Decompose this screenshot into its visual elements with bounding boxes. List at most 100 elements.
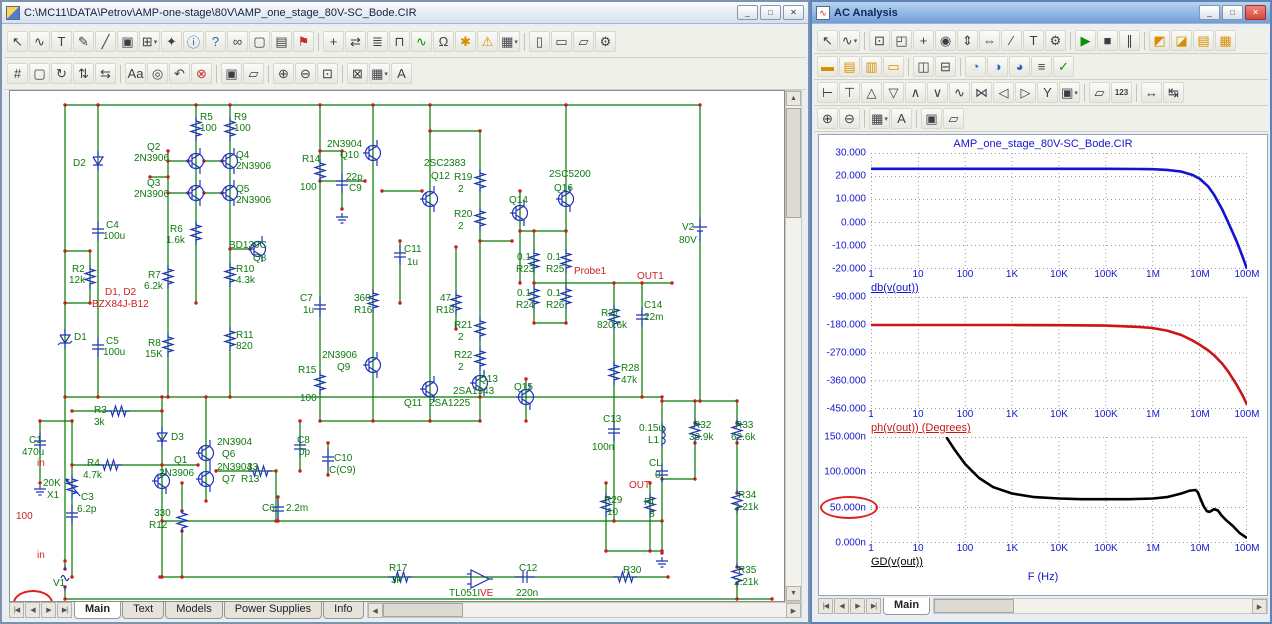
wire-tool[interactable]: ∿: [29, 31, 50, 52]
dropdown-arrow-icon[interactable]: ▾: [154, 38, 158, 46]
scroll-right-button[interactable]: ▶: [1252, 599, 1267, 614]
tag-horizontal-button[interactable]: ⊢: [817, 82, 838, 103]
blank-page-button[interactable]: ▭: [551, 31, 572, 52]
undo-button[interactable]: ↶: [169, 63, 190, 84]
gnd-symbol[interactable]: [656, 557, 668, 567]
go-left-button[interactable]: ◁: [993, 82, 1014, 103]
gnd-symbol[interactable]: [336, 213, 348, 223]
plot-canvas-gain[interactable]: [871, 153, 1247, 269]
flip-vertical-tool[interactable]: ⇅: [73, 63, 94, 84]
numeric-output-button[interactable]: ▤: [1193, 30, 1214, 51]
new-page-button[interactable]: ▯: [529, 31, 550, 52]
tab-scroll-button-2[interactable]: ▶: [41, 602, 56, 618]
scroll-up-button[interactable]: ▲: [786, 91, 801, 106]
npn-symbol[interactable]: [363, 140, 381, 166]
slope-mode-button[interactable]: ∕: [1001, 30, 1022, 51]
text-mode-button[interactable]: T: [1023, 30, 1044, 51]
align-cursors-button[interactable]: ≡: [1031, 56, 1052, 77]
waveform-label-phase[interactable]: ph(v(out)) (Degrees): [871, 422, 1267, 437]
scroll-thumb[interactable]: [786, 108, 801, 218]
plot-canvas-phase[interactable]: [871, 297, 1247, 409]
point-mode-button[interactable]: ◉: [935, 30, 956, 51]
dropdown-arrow-icon[interactable]: ▾: [514, 38, 518, 46]
find-tool[interactable]: Aa: [125, 63, 146, 84]
dropdown-arrow-icon[interactable]: ▾: [854, 37, 858, 45]
minimize-button[interactable]: _: [737, 5, 758, 20]
pnp-symbol[interactable]: [186, 148, 204, 174]
dropdown-arrow-icon[interactable]: ▾: [1074, 89, 1078, 97]
cursor-quarter-button[interactable]: ◔: [965, 56, 986, 77]
plot-canvas-group-delay[interactable]: [871, 437, 1247, 543]
copy-button[interactable]: ▣: [221, 63, 242, 84]
tab-scroll-button-3[interactable]: ▶|: [57, 602, 72, 618]
select-tool[interactable]: ↖: [817, 30, 838, 51]
pnp-symbol[interactable]: [220, 180, 238, 206]
horizontal-scrollbar[interactable]: ◀ ▶: [367, 602, 802, 618]
text-tool[interactable]: T: [51, 31, 72, 52]
flag-tool[interactable]: ⚑: [293, 31, 314, 52]
tab-scroll-button-0[interactable]: |◀: [9, 602, 24, 618]
measure-button[interactable]: ✓: [1053, 56, 1074, 77]
stop-button[interactable]: ■: [1097, 30, 1118, 51]
tab-scroll-button-3[interactable]: ▶|: [866, 598, 881, 614]
pause-button[interactable]: ∥: [1119, 30, 1140, 51]
zoom-out-button[interactable]: ⊖: [839, 108, 860, 129]
component-mode[interactable]: +: [323, 31, 344, 52]
grid-mode[interactable]: ▦▾: [499, 31, 520, 52]
tab-scroll-button-1[interactable]: ◀: [834, 598, 849, 614]
clipboard-menu-button[interactable]: ▣▾: [1059, 82, 1080, 103]
star-mode[interactable]: ✱: [455, 31, 476, 52]
font-button[interactable]: A: [891, 108, 912, 129]
copy-window-button[interactable]: ▱: [943, 108, 964, 129]
font-button[interactable]: A: [391, 63, 412, 84]
numeric-pages-button[interactable]: 123: [1111, 82, 1132, 103]
scroll-thumb[interactable]: [934, 599, 1014, 613]
run-button[interactable]: ▶: [1075, 30, 1096, 51]
valley-button[interactable]: ▽: [883, 82, 904, 103]
duplicate-button[interactable]: ▱: [243, 63, 264, 84]
high-button[interactable]: ∧: [905, 82, 926, 103]
sheet-tool[interactable]: ▤: [271, 31, 292, 52]
search-tool[interactable]: ◎: [147, 63, 168, 84]
region-box-tool[interactable]: ▢: [249, 31, 270, 52]
point-to-point-tool[interactable]: ∞: [227, 31, 248, 52]
restore-scale-button[interactable]: ↹: [1163, 82, 1184, 103]
maximize-button[interactable]: □: [760, 5, 781, 20]
close-button[interactable]: ✕: [1245, 5, 1266, 20]
cursor-threequarter-button[interactable]: ◕: [1009, 56, 1030, 77]
crossing-button[interactable]: ⋈: [971, 82, 992, 103]
tab-main[interactable]: Main: [883, 598, 930, 615]
tab-scroll-button-2[interactable]: ▶: [850, 598, 865, 614]
tab-power-supplies[interactable]: Power Supplies: [224, 602, 322, 619]
dropdown-arrow-icon[interactable]: ▾: [384, 70, 388, 78]
waveform-label-group-delay[interactable]: GD(v(out)): [871, 556, 1267, 571]
color-tool[interactable]: ✦: [161, 31, 182, 52]
tag-vertical-button[interactable]: ⊤: [839, 82, 860, 103]
draw-tool[interactable]: ✎: [73, 31, 94, 52]
branch-button[interactable]: Y: [1037, 82, 1058, 103]
zoom-in-button[interactable]: ⊕: [273, 63, 294, 84]
zoom-area-button[interactable]: ⊡: [317, 63, 338, 84]
settings-button[interactable]: ⚙: [595, 31, 616, 52]
low-button[interactable]: ∨: [927, 82, 948, 103]
view-menu-button[interactable]: ▦▾: [369, 63, 390, 84]
zoom-out-button[interactable]: ⊖: [295, 63, 316, 84]
dropdown-arrow-icon[interactable]: ▾: [884, 115, 888, 123]
horizontal-scrollbar[interactable]: ▶: [933, 598, 1268, 614]
stop-button[interactable]: ⊗: [191, 63, 212, 84]
waveform-select[interactable]: ∿▾: [839, 30, 860, 51]
pan-button[interactable]: ◰: [891, 30, 912, 51]
vertical-mode-button[interactable]: ⇕: [957, 30, 978, 51]
go-right-button[interactable]: ▷: [1015, 82, 1036, 103]
notes-page-button[interactable]: ▱: [573, 31, 594, 52]
info-tool[interactable]: ⓘ: [183, 31, 204, 52]
window-split-tool[interactable]: ⊞▾: [139, 31, 160, 52]
schematic-canvas[interactable]: D2Q22N3906Q32N3906R5100R9100Q42N3906Q52N…: [9, 90, 785, 602]
flip-horizontal-tool[interactable]: ⇆: [95, 63, 116, 84]
horizontal-mode-button[interactable]: ⇔: [979, 30, 1000, 51]
tab-text[interactable]: Text: [122, 602, 164, 619]
peak-button[interactable]: △: [861, 82, 882, 103]
warning-mode[interactable]: ⚠: [477, 31, 498, 52]
box-select-tool[interactable]: ▢: [29, 63, 50, 84]
plot-layout-split[interactable]: ▤: [839, 56, 860, 77]
